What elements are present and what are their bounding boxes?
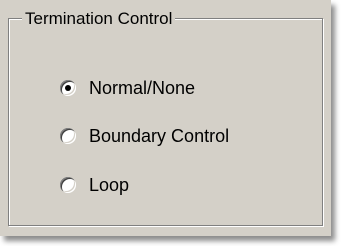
radio-label-boundary-control[interactable]: Boundary Control [89,126,229,147]
radio-button-icon[interactable] [60,177,76,193]
radio-option-loop[interactable]: Loop [60,174,129,196]
groupbox-title: Termination Control [22,10,176,28]
radio-option-normal-none[interactable]: Normal/None [60,77,195,99]
radio-button-icon[interactable] [60,80,76,96]
radio-button-icon[interactable] [60,128,76,144]
termination-control-panel: Termination Control Normal/None Boundary… [0,0,331,236]
radio-label-loop[interactable]: Loop [89,175,129,196]
radio-selected-dot-icon [65,85,71,91]
radio-option-boundary-control[interactable]: Boundary Control [60,125,229,147]
radio-label-normal-none[interactable]: Normal/None [89,78,195,99]
termination-control-groupbox [8,18,323,226]
